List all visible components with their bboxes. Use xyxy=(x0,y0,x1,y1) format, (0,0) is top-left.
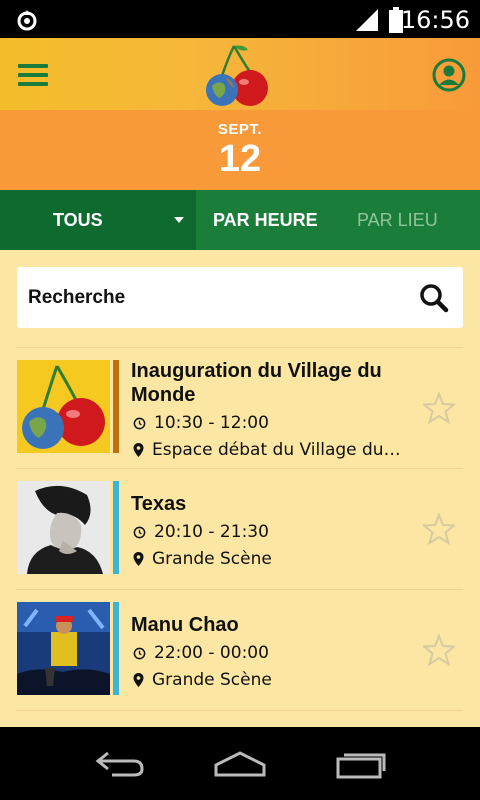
event-accent-bar xyxy=(113,481,119,574)
favorite-star-icon[interactable] xyxy=(423,513,455,545)
event-item[interactable]: Manu Chao 22:00 - 00:00 Grande Scène xyxy=(16,590,463,710)
event-place: Grande Scène xyxy=(133,669,272,690)
signal-icon xyxy=(356,9,378,31)
event-time: 10:30 - 12:00 xyxy=(133,412,269,433)
recent-apps-icon[interactable] xyxy=(334,749,388,779)
event-title: Inauguration du Village du Monde xyxy=(131,360,382,406)
event-place: Espace débat du Village du… xyxy=(133,439,401,460)
tab-par-lieu[interactable]: PAR LIEU xyxy=(357,210,438,231)
search-icon[interactable] xyxy=(419,283,449,313)
event-place: Grande Scène xyxy=(133,548,272,569)
event-time: 20:10 - 21:30 xyxy=(133,521,269,542)
favorite-star-icon[interactable] xyxy=(423,392,455,424)
hamburger-menu-icon[interactable] xyxy=(18,64,48,86)
home-icon[interactable] xyxy=(212,749,268,779)
clock-icon xyxy=(133,417,146,430)
back-icon[interactable] xyxy=(94,749,146,779)
location-pin-icon xyxy=(133,673,144,688)
status-bar: 16:56 xyxy=(0,0,480,38)
cherries-globe-logo xyxy=(206,45,268,106)
event-item[interactable]: Texas 20:10 - 21:30 Grande Scène xyxy=(16,469,463,589)
search-input[interactable]: Recherche xyxy=(17,267,463,328)
date-month: SEPT. xyxy=(217,121,263,138)
system-nav-bar xyxy=(0,727,480,800)
event-title: Manu Chao xyxy=(131,614,239,636)
view-tabs: TOUS PAR HEURE PAR LIEU xyxy=(0,190,480,250)
event-accent-bar xyxy=(113,360,119,453)
clock-icon xyxy=(133,526,146,539)
clock-icon xyxy=(133,647,146,660)
app-screen: 16:56 SEPT. 12 TOUS PAR HEURE PAR LIEU R… xyxy=(0,0,480,800)
event-title: Texas xyxy=(131,493,187,515)
event-time: 22:00 - 00:00 xyxy=(133,642,269,663)
account-icon[interactable] xyxy=(432,58,466,92)
event-thumbnail xyxy=(17,360,110,453)
date-header: SEPT. 12 xyxy=(0,110,480,190)
notification-icon xyxy=(17,10,37,31)
event-accent-bar xyxy=(113,602,119,695)
tab-par-heure[interactable]: PAR HEURE xyxy=(213,210,318,231)
filter-label: TOUS xyxy=(53,210,103,230)
status-time: 16:56 xyxy=(400,6,470,34)
app-header xyxy=(0,38,480,110)
event-thumbnail xyxy=(17,602,110,695)
event-thumbnail xyxy=(17,481,110,574)
chevron-down-icon xyxy=(174,217,184,223)
event-item[interactable]: Inauguration du Village du Monde 10:30 -… xyxy=(16,348,463,468)
location-pin-icon xyxy=(133,552,144,567)
event-list: Inauguration du Village du Monde 10:30 -… xyxy=(16,347,463,711)
filter-dropdown[interactable]: TOUS xyxy=(0,190,196,250)
search-placeholder: Recherche xyxy=(28,287,126,308)
favorite-star-icon[interactable] xyxy=(423,634,455,666)
location-pin-icon xyxy=(133,443,144,458)
date-day: 12 xyxy=(218,138,262,180)
